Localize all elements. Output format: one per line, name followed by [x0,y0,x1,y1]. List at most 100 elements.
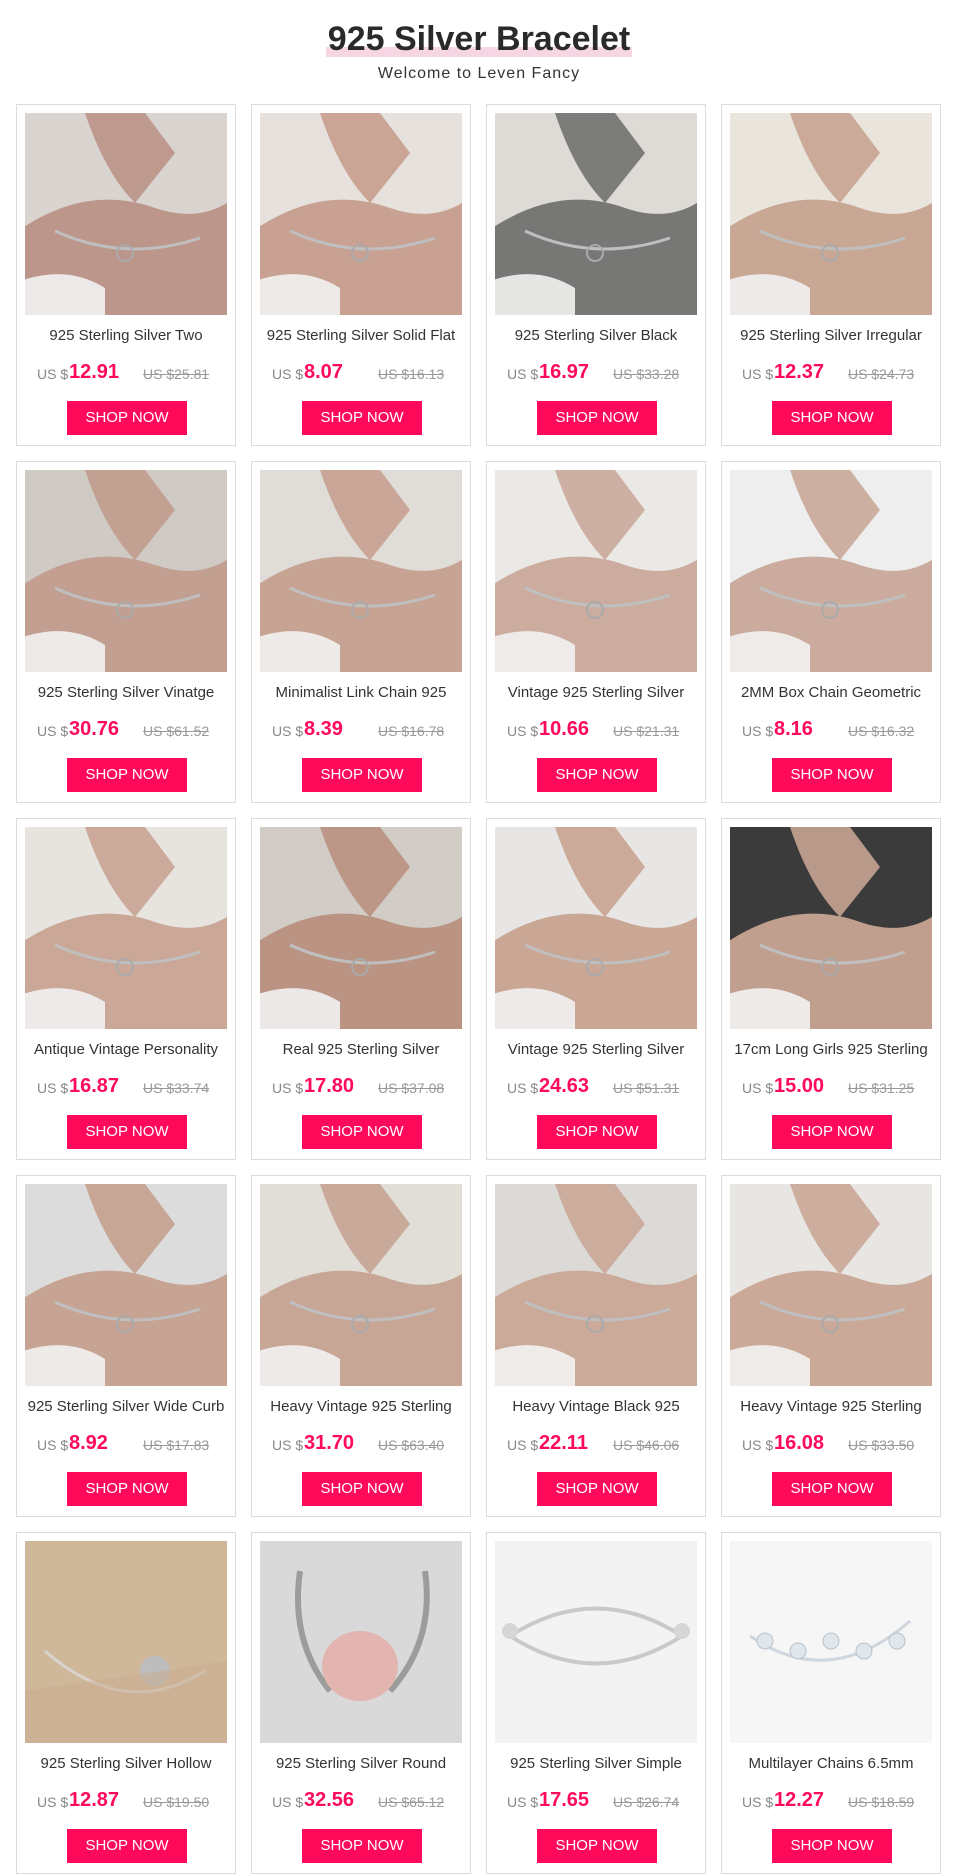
shop-now-button[interactable]: SHOP NOW [772,1829,892,1863]
product-name[interactable]: 925 Sterling Silver Wide Curb [25,1398,227,1418]
product-name[interactable]: Antique Vintage Personality [25,1041,227,1061]
original-price: US $37.08 [378,1080,445,1096]
product-name[interactable]: 925 Sterling Silver Black [495,327,697,347]
sale-price: 15.00 [774,1075,825,1097]
product-image[interactable] [260,827,462,1029]
product-name[interactable]: 925 Sterling Silver Hollow [25,1755,227,1775]
price-row: US $ 17.65 US $26.74 [487,1789,707,1813]
product-card[interactable]: 925 Sterling Silver Irregular US $ 12.37… [721,104,941,446]
product-card[interactable]: Real 925 Sterling Silver Based US $ 17.8… [251,818,471,1160]
product-card[interactable]: Vintage 925 Sterling Silver US $ 10.66 U… [486,461,706,803]
shop-now-button[interactable]: SHOP NOW [302,401,422,435]
product-card[interactable]: 925 Sterling Silver Hollow US $ 12.87 US… [16,1532,236,1874]
shop-now-button[interactable]: SHOP NOW [302,1472,422,1506]
product-name[interactable]: Heavy Vintage 925 Sterling [260,1398,462,1418]
sale-price: 8.92 [69,1432,108,1454]
product-card[interactable]: Multilayer Chains 6.5mm US $ 12.27 US $1… [721,1532,941,1874]
product-name[interactable]: 925 Sterling Silver Round [260,1755,462,1775]
original-price: US $33.50 [848,1437,915,1453]
sale-price: 12.87 [69,1789,120,1811]
product-image[interactable] [495,113,697,315]
sale-price: 30.76 [69,718,120,740]
product-card[interactable]: 2MM Box Chain Geometric US $ 8.16 US $16… [721,461,941,803]
shop-now-button[interactable]: SHOP NOW [67,401,187,435]
product-name[interactable]: Vintage 925 Sterling Silver [495,1041,697,1061]
shop-now-button[interactable]: SHOP NOW [302,1115,422,1149]
product-card[interactable]: 925 Sterling Silver Solid Flat US $ 8.07… [251,104,471,446]
product-image[interactable] [25,827,227,1029]
product-image[interactable] [730,827,932,1029]
product-name[interactable]: Real 925 Sterling Silver Based [260,1041,462,1061]
price-row: US $ 12.87 US $19.50 [17,1789,237,1813]
currency-label: US $ [37,1080,69,1096]
product-image[interactable] [260,470,462,672]
product-image[interactable] [25,470,227,672]
product-image[interactable] [260,1184,462,1386]
currency-label: US $ [272,1437,304,1453]
product-name[interactable]: 925 Sterling Silver Solid Flat [260,327,462,347]
product-card[interactable]: 925 Sterling Silver Wide Curb US $ 8.92 … [16,1175,236,1517]
product-image[interactable] [730,470,932,672]
product-image[interactable] [730,1184,932,1386]
shop-now-button[interactable]: SHOP NOW [772,401,892,435]
product-name[interactable]: Heavy Vintage 925 Sterling [730,1398,932,1418]
sale-price: 17.65 [539,1789,590,1811]
product-card[interactable]: Minimalist Link Chain 925 US $ 8.39 US $… [251,461,471,803]
product-image[interactable] [495,827,697,1029]
product-image[interactable] [260,1541,462,1743]
product-card[interactable]: Vintage 925 Sterling Silver US $ 24.63 U… [486,818,706,1160]
product-name[interactable]: Minimalist Link Chain 925 [260,684,462,704]
shop-now-button[interactable]: SHOP NOW [67,758,187,792]
original-price: US $65.12 [378,1794,445,1810]
original-price: US $25.81 [143,366,210,382]
price-row: US $ 12.91 US $25.81 [17,361,237,385]
product-card[interactable]: Heavy Vintage Black 925 US $ 22.11 US $4… [486,1175,706,1517]
product-image[interactable] [495,1184,697,1386]
product-card[interactable]: 925 Sterling Silver Vinatge US $ 30.76 U… [16,461,236,803]
product-card[interactable]: 925 Sterling Silver Simple US $ 17.65 US… [486,1532,706,1874]
currency-label: US $ [507,1080,539,1096]
product-image[interactable] [495,470,697,672]
product-image[interactable] [25,113,227,315]
shop-now-button[interactable]: SHOP NOW [537,401,657,435]
shop-now-button[interactable]: SHOP NOW [67,1472,187,1506]
sale-price: 17.80 [304,1075,355,1097]
shop-now-button[interactable]: SHOP NOW [302,1829,422,1863]
shop-now-button[interactable]: SHOP NOW [302,758,422,792]
product-name[interactable]: Multilayer Chains 6.5mm [730,1755,932,1775]
product-image[interactable] [495,1541,697,1743]
product-name[interactable]: 17cm Long Girls 925 Sterling [730,1041,932,1061]
product-image[interactable] [25,1184,227,1386]
price-row: US $ 32.56 US $65.12 [252,1789,472,1813]
original-price: US $16.13 [378,366,445,382]
product-card[interactable]: Antique Vintage Personality US $ 16.87 U… [16,818,236,1160]
shop-now-button[interactable]: SHOP NOW [772,1115,892,1149]
shop-now-button[interactable]: SHOP NOW [537,1829,657,1863]
product-card[interactable]: 925 Sterling Silver Black US $ 16.97 US … [486,104,706,446]
product-name[interactable]: 925 Sterling Silver Two [25,327,227,347]
shop-now-button[interactable]: SHOP NOW [67,1829,187,1863]
product-name[interactable]: 925 Sterling Silver Simple [495,1755,697,1775]
product-name[interactable]: 2MM Box Chain Geometric [730,684,932,704]
currency-label: US $ [507,723,539,739]
product-card[interactable]: Heavy Vintage 925 Sterling US $ 16.08 US… [721,1175,941,1517]
product-card[interactable]: 17cm Long Girls 925 Sterling US $ 15.00 … [721,818,941,1160]
product-image[interactable] [730,1541,932,1743]
product-name[interactable]: 925 Sterling Silver Vinatge [25,684,227,704]
shop-now-button[interactable]: SHOP NOW [772,758,892,792]
product-name[interactable]: 925 Sterling Silver Irregular [730,327,932,347]
product-image[interactable] [730,113,932,315]
shop-now-button[interactable]: SHOP NOW [67,1115,187,1149]
product-image[interactable] [25,1541,227,1743]
product-card[interactable]: 925 Sterling Silver Two US $ 12.91 US $2… [16,104,236,446]
shop-now-button[interactable]: SHOP NOW [537,758,657,792]
product-name[interactable]: Heavy Vintage Black 925 [495,1398,697,1418]
shop-now-button[interactable]: SHOP NOW [537,1472,657,1506]
product-card[interactable]: Heavy Vintage 925 Sterling US $ 31.70 US… [251,1175,471,1517]
shop-now-button[interactable]: SHOP NOW [772,1472,892,1506]
page-title-text: 925 Silver Bracelet [327,20,631,58]
product-card[interactable]: 925 Sterling Silver Round US $ 32.56 US … [251,1532,471,1874]
shop-now-button[interactable]: SHOP NOW [537,1115,657,1149]
product-name[interactable]: Vintage 925 Sterling Silver [495,684,697,704]
product-image[interactable] [260,113,462,315]
